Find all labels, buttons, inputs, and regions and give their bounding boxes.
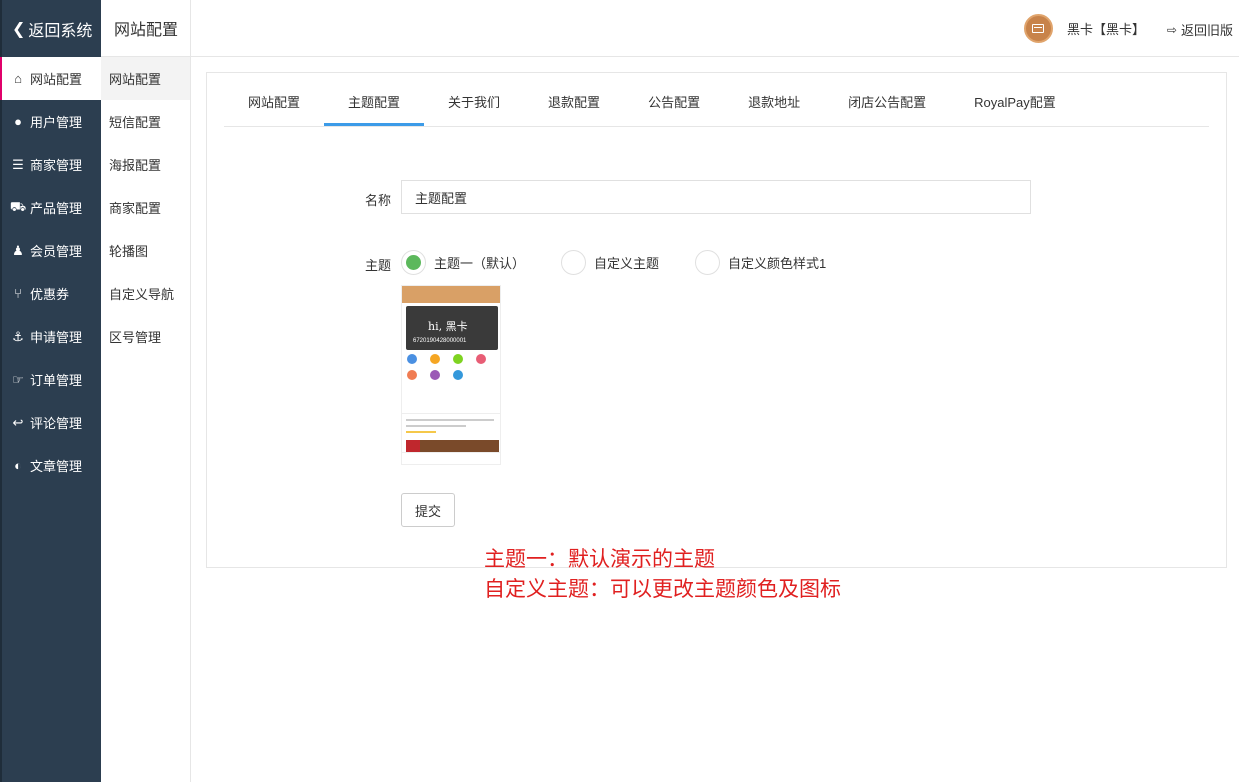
subnav-item-custom-nav[interactable]: 自定义导航	[101, 272, 190, 315]
subnav-item-poster[interactable]: 海报配置	[101, 143, 190, 186]
sidebar-item-label: 申请管理	[30, 330, 83, 345]
top-header: 黑卡【黑卡】 ⇨ 返回旧版	[191, 0, 1239, 57]
sidebar-item-label: 文章管理	[30, 459, 83, 474]
radio-circle	[561, 250, 587, 275]
avatar	[1023, 14, 1053, 43]
reply-icon: ↩	[12, 414, 24, 430]
preview-status-bar	[402, 286, 500, 303]
cart-icon: ⛟	[9, 198, 27, 214]
radio-label: 自定义主题	[594, 256, 660, 271]
subnav-item-sms[interactable]: 短信配置	[101, 100, 190, 143]
subnav-item-merchant[interactable]: 商家配置	[101, 186, 190, 229]
config-tabs: 网站配置 主题配置 关于我们 退款配置 公告配置 退款地址 闭店公告配置 Roy…	[224, 86, 1209, 127]
sidebar-item-articles[interactable]: ◐ 文章管理	[2, 444, 101, 487]
radio-label: 主题一（默认）	[434, 256, 526, 271]
annotation-note-1: 主题一：默认演示的主题	[484, 547, 715, 571]
preview-card-number: 6720190428000001	[413, 338, 467, 344]
contrast-icon: ◐	[14, 458, 22, 473]
theme-radio-default[interactable]: 主题一（默认）	[401, 250, 525, 275]
sidebar-item-products[interactable]: ⛟ 产品管理	[2, 186, 101, 229]
server-icon: ☰	[12, 156, 24, 172]
preview-dot-icon	[453, 370, 463, 380]
preview-greeting: hi, 黑卡	[428, 320, 468, 333]
sidebar-item-merchants[interactable]: ☰ 商家管理	[2, 143, 101, 186]
tab-refund-address[interactable]: 退款地址	[724, 86, 824, 126]
subnav-item-site-config[interactable]: 网站配置	[101, 57, 190, 100]
sidebar-item-members[interactable]: ♟ 会员管理	[2, 229, 101, 272]
sidebar-item-label: 订单管理	[30, 373, 83, 388]
hand-icon: ☞	[12, 371, 24, 387]
anchor-icon: ⚓	[12, 328, 24, 344]
back-to-system-button[interactable]: ❮ 返回系统	[2, 0, 101, 57]
preview-member-card: hi, 黑卡 6720190428000001	[406, 306, 498, 350]
preview-icon-grid	[407, 354, 499, 386]
sign-out-icon: ⇨	[1166, 22, 1177, 37]
preview-tabs	[402, 404, 500, 414]
user-icon: ●	[14, 114, 22, 129]
card-icon	[1032, 24, 1045, 33]
sidebar-item-users[interactable]: ● 用户管理	[2, 100, 101, 143]
theme-label: 主题	[365, 258, 392, 273]
annotation-note-2: 自定义主题：可以更改主题颜色及图标	[484, 577, 841, 601]
old-version-button[interactable]: ⇨ 返回旧版	[1167, 20, 1233, 39]
preview-text-line	[406, 425, 466, 427]
sub-sidebar-title: 网站配置	[101, 0, 190, 57]
chevron-left-icon: ❮	[12, 20, 26, 38]
old-version-label: 返回旧版	[1180, 23, 1233, 38]
sidebar-item-label: 产品管理	[30, 201, 83, 216]
home-icon: ⌂	[14, 71, 22, 86]
sidebar-item-label: 评论管理	[30, 416, 83, 431]
fork-icon: ⑂	[14, 286, 22, 301]
preview-stars	[406, 431, 436, 433]
theme-radio-custom[interactable]: 自定义主题	[561, 250, 659, 275]
radio-circle	[401, 250, 426, 275]
tab-theme-config[interactable]: 主题配置	[324, 86, 425, 126]
preview-dot-icon	[453, 354, 463, 364]
sidebar-item-label: 商家管理	[30, 158, 83, 173]
sidebar-item-site-config[interactable]: ⌂ 网站配置	[0, 57, 101, 100]
subnav-item-area-code[interactable]: 区号管理	[101, 315, 190, 358]
tab-closing-notice[interactable]: 闭店公告配置	[824, 86, 950, 126]
user-name: 黑卡【黑卡】	[1066, 22, 1145, 37]
sidebar-item-label: 会员管理	[30, 244, 83, 259]
name-label: 名称	[365, 193, 392, 208]
config-panel: 网站配置 主题配置 关于我们 退款配置 公告配置 退款地址 闭店公告配置 Roy…	[206, 72, 1227, 568]
tab-about-us[interactable]: 关于我们	[424, 86, 524, 126]
tab-refund-config[interactable]: 退款配置	[524, 86, 624, 126]
preview-dot-icon	[430, 354, 440, 364]
subnav-item-carousel[interactable]: 轮播图	[101, 229, 190, 272]
back-label: 返回系统	[28, 22, 93, 40]
submit-button[interactable]: 提交	[401, 493, 455, 527]
preview-footer-nav	[402, 452, 500, 464]
radio-label: 自定义颜色样式1	[728, 256, 827, 271]
preview-banner	[406, 440, 499, 452]
tab-site-config[interactable]: 网站配置	[224, 86, 324, 126]
radio-circle	[695, 250, 721, 275]
sidebar-item-reviews[interactable]: ↩ 评论管理	[2, 401, 101, 444]
sub-sidebar: 网站配置 网站配置 短信配置 海报配置 商家配置 轮播图 自定义导航 区号管理	[101, 0, 191, 782]
theme-radio-group: 主题一（默认） 自定义主题 自定义颜色样式1	[401, 250, 862, 275]
sidebar-item-applications[interactable]: ⚓ 申请管理	[2, 315, 101, 358]
user-menu[interactable]: 黑卡【黑卡】	[1023, 14, 1145, 43]
theme-preview-image: hi, 黑卡 6720190428000001	[401, 285, 501, 465]
preview-dot-icon	[476, 354, 486, 364]
users-icon: ♟	[12, 242, 24, 258]
sidebar-item-label: 网站配置	[30, 72, 83, 87]
sidebar-item-label: 优惠券	[30, 287, 70, 302]
tab-royalpay-config[interactable]: RoyalPay配置	[950, 86, 1080, 126]
sidebar-item-orders[interactable]: ☞ 订单管理	[2, 358, 101, 401]
sidebar-item-label: 用户管理	[30, 115, 83, 130]
name-input[interactable]	[401, 180, 1031, 214]
main-sidebar: ❮ 返回系统 ⌂ 网站配置 ● 用户管理 ☰ 商家管理 ⛟ 产品管理 ♟ 会员管…	[0, 0, 101, 782]
sidebar-item-coupons[interactable]: ⑂ 优惠券	[2, 272, 101, 315]
preview-dot-icon	[407, 354, 417, 364]
preview-dot-icon	[430, 370, 440, 380]
preview-dot-icon	[407, 370, 417, 380]
tab-notice-config[interactable]: 公告配置	[624, 86, 724, 126]
theme-radio-custom-color-1[interactable]: 自定义颜色样式1	[695, 250, 826, 275]
preview-text-line	[406, 419, 494, 421]
